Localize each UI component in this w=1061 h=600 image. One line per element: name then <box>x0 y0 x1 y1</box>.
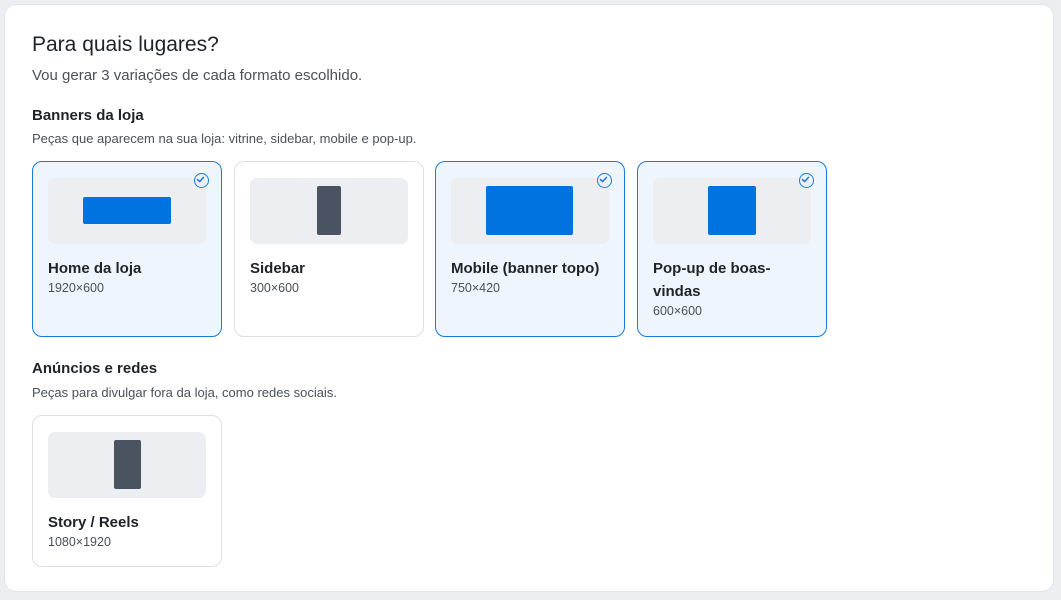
format-selection-panel: Para quais lugares? Vou gerar 3 variaçõe… <box>4 4 1054 592</box>
section-title-store-banners: Banners da loja <box>32 107 144 124</box>
format-card-label: Story / Reels <box>48 514 139 531</box>
check-circle-icon <box>597 173 612 188</box>
format-card-dimensions: 600×600 <box>653 304 703 318</box>
format-card-dimensions: 1920×600 <box>48 281 104 295</box>
format-card-label: Home da loja <box>48 260 142 277</box>
section-title-ads-social: Anúncios e redes <box>32 360 158 377</box>
format-card-mobile[interactable]: Mobile (banner topo) 750×420 <box>435 161 625 337</box>
story-format-icon <box>114 440 141 489</box>
format-card-story-reels[interactable]: Story / Reels 1080×1920 <box>32 415 222 567</box>
page-subtitle: Vou gerar 3 variações de cada formato es… <box>32 67 363 84</box>
mobile-banner-icon <box>486 186 573 235</box>
page-title: Para quais lugares? <box>32 33 219 56</box>
format-preview <box>451 178 609 244</box>
format-card-popup[interactable]: Pop-up de boas-vindas 600×600 <box>637 161 827 337</box>
format-preview <box>653 178 811 244</box>
vertical-banner-icon <box>317 186 341 235</box>
format-card-dimensions: 300×600 <box>250 281 300 295</box>
format-card-label: Mobile (banner topo) <box>451 260 600 277</box>
format-card-label: Pop-up de boas-vindas <box>653 260 771 300</box>
section-description-ads-social: Peças para divulgar fora da loja, como r… <box>32 385 337 400</box>
format-card-home[interactable]: Home da loja 1920×600 <box>32 161 222 337</box>
format-card-sidebar[interactable]: Sidebar 300×600 <box>234 161 424 337</box>
format-card-dimensions: 750×420 <box>451 281 501 295</box>
format-preview <box>250 178 408 244</box>
wide-banner-icon <box>83 197 171 224</box>
format-preview <box>48 432 206 498</box>
square-banner-icon <box>708 186 756 235</box>
section-description-store-banners: Peças que aparecem na sua loja: vitrine,… <box>32 131 417 146</box>
check-circle-icon <box>194 173 209 188</box>
format-card-label: Sidebar <box>250 260 306 277</box>
check-circle-icon <box>799 173 814 188</box>
format-preview <box>48 178 206 244</box>
format-card-dimensions: 1080×1920 <box>48 535 111 549</box>
